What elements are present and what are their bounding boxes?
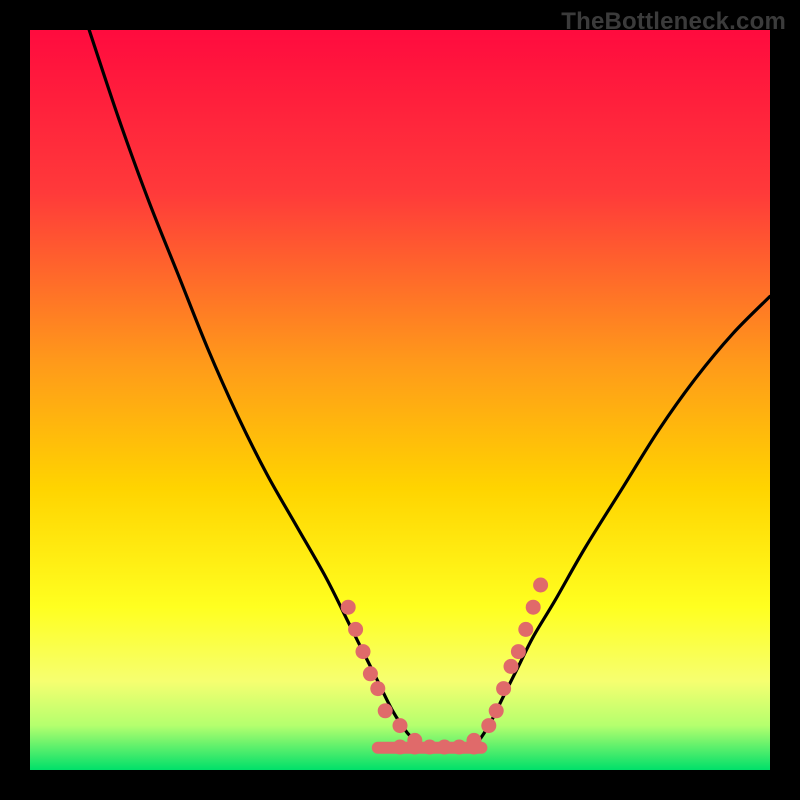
marker-right xyxy=(481,718,496,733)
plot-area xyxy=(30,30,770,770)
marker-flat xyxy=(393,740,408,755)
marker-left xyxy=(356,644,371,659)
chart-frame: TheBottleneck.com xyxy=(0,0,800,800)
marker-left xyxy=(348,622,363,637)
marker-left xyxy=(341,600,356,615)
bottleneck-chart xyxy=(30,30,770,770)
marker-right xyxy=(518,622,533,637)
marker-flat xyxy=(467,740,482,755)
marker-left xyxy=(393,718,408,733)
marker-right xyxy=(511,644,526,659)
marker-flat xyxy=(437,740,452,755)
marker-right xyxy=(526,600,541,615)
marker-flat xyxy=(452,740,467,755)
marker-right xyxy=(496,681,511,696)
marker-left xyxy=(378,703,393,718)
marker-flat xyxy=(407,740,422,755)
marker-left xyxy=(370,681,385,696)
marker-flat xyxy=(422,740,437,755)
marker-right xyxy=(489,703,504,718)
marker-right xyxy=(504,659,519,674)
marker-left xyxy=(363,666,378,681)
marker-right xyxy=(533,578,548,593)
